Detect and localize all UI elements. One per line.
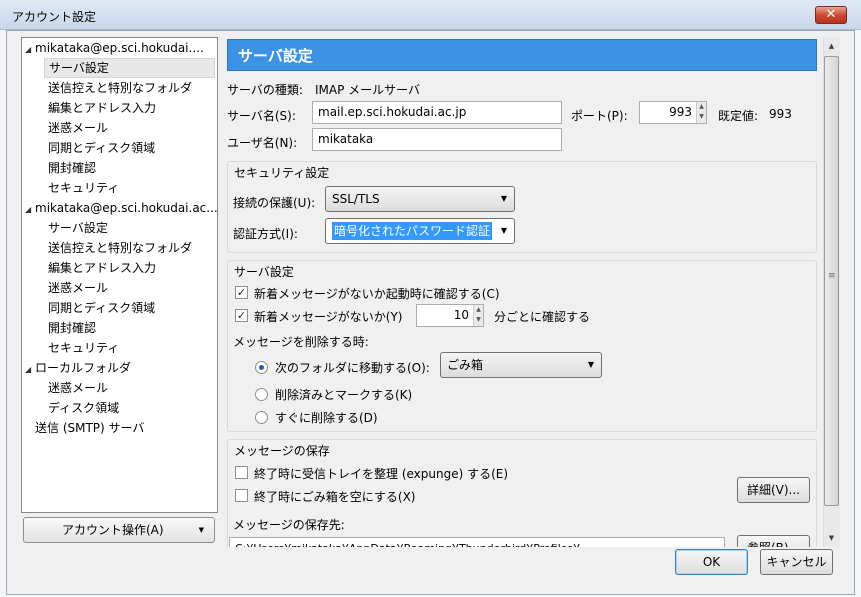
tree-item-smtp[interactable]: 送信 (SMTP) サーバ — [35, 418, 144, 438]
empty-trash-checkbox[interactable] — [235, 489, 248, 502]
delete-now-label[interactable]: すぐに削除する(D) — [275, 409, 378, 426]
scroll-up-icon[interactable]: ▲ — [824, 38, 839, 54]
spin-up-icon: ▲ — [476, 306, 481, 313]
auth-method-label: 認証方式(I): — [233, 227, 298, 241]
tree-item-disk-local[interactable]: ディスク領域 — [48, 398, 119, 418]
connection-security-select[interactable]: SSL/TLS ▼ — [325, 186, 515, 212]
tree-item-junk-local[interactable]: 迷惑メール — [48, 378, 108, 398]
scroll-down-icon[interactable]: ▼ — [824, 530, 839, 546]
auth-method-select[interactable]: 暗号化されたパスワード認証 ▼ — [325, 218, 515, 244]
grip-icon: ≡ — [828, 271, 836, 281]
move-to-folder-radio[interactable] — [255, 361, 268, 374]
spin-up-icon: ▲ — [699, 103, 704, 110]
spin-down-icon: ▼ — [476, 316, 481, 323]
check-interval-checkbox[interactable]: ✓ — [235, 309, 248, 322]
port-input[interactable]: 993 ▲ ▼ — [639, 101, 707, 124]
security-group: セキュリティ設定 — [227, 161, 817, 253]
tree-item-composition-2[interactable]: 編集とアドレス入力 — [48, 258, 156, 278]
window-title: アカウント設定 — [12, 10, 97, 24]
tree-item-sync-1[interactable]: 同期とディスク領域 — [48, 138, 155, 158]
tree-account-local[interactable]: ◢ ローカルフォルダ — [25, 358, 131, 378]
mark-deleted-radio[interactable] — [255, 388, 268, 401]
collapse-triangle-icon[interactable]: ◢ — [25, 360, 35, 380]
close-button[interactable]: ✕ — [815, 6, 847, 24]
tree-item-junk-1[interactable]: 迷惑メール — [48, 118, 108, 138]
server-name-label: サーバ名(S): — [227, 109, 296, 123]
username-input[interactable]: mikataka — [312, 128, 562, 151]
server-name-input[interactable]: mail.ep.sci.hokudai.ac.jp — [312, 101, 562, 124]
check-on-startup-checkbox[interactable]: ✓ — [235, 286, 248, 299]
account-actions-button[interactable]: アカウント操作(A) ▼ — [23, 517, 215, 543]
scrollbar-thumb[interactable]: ≡ — [824, 56, 839, 506]
check-minutes-input[interactable]: 10 ▲ ▼ — [416, 304, 484, 327]
default-label: 既定値: — [718, 109, 759, 123]
title-bar: アカウント設定 ✕ — [0, 0, 861, 30]
security-group-title: セキュリティ設定 — [234, 166, 330, 180]
dropdown-arrow-icon: ▼ — [500, 194, 507, 203]
tree-item-security-2[interactable]: セキュリティ — [48, 338, 119, 358]
page-title: サーバ設定 — [227, 39, 817, 71]
move-to-folder-label[interactable]: 次のフォルダに移動する(O): — [275, 359, 430, 376]
tree-account-2[interactable]: ◢ mikataka@ep.sci.hokudai.ac... — [25, 198, 218, 218]
ok-button[interactable]: OK — [675, 549, 748, 575]
store-path-label: メッセージの保存先: — [233, 518, 345, 532]
tree-item-receipts-2[interactable]: 開封確認 — [48, 318, 96, 338]
tree-item-junk-2[interactable]: 迷惑メール — [48, 278, 108, 298]
connection-security-label: 接続の保護(U): — [233, 196, 316, 210]
close-icon: ✕ — [825, 7, 837, 22]
on-delete-label: メッセージを削除する時: — [233, 335, 369, 349]
tree-item-server-settings-2[interactable]: サーバ設定 — [48, 218, 108, 238]
tree-item-copies-folders-2[interactable]: 送信控えと特別なフォルダ — [48, 238, 192, 258]
tree-item-composition-1[interactable]: 編集とアドレス入力 — [48, 98, 156, 118]
tree-item-sync-2[interactable]: 同期とディスク領域 — [48, 298, 155, 318]
server-type-value: IMAP メールサーバ — [315, 83, 421, 97]
tree-item-security-1[interactable]: セキュリティ — [48, 178, 119, 198]
spin-down-icon: ▼ — [699, 113, 704, 120]
tree-item-server-settings-1[interactable]: サーバ設定 — [44, 58, 215, 78]
store-path-input[interactable]: C:¥Users¥mikataka¥AppData¥Roaming¥Thunde… — [229, 537, 725, 547]
details-button[interactable]: 詳細(V)... — [737, 477, 810, 503]
empty-trash-label[interactable]: 終了時にごみ箱を空にする(X) — [254, 488, 415, 505]
server-settings-group-title: サーバ設定 — [234, 265, 294, 279]
check-interval-suffix: 分ごとに確認する — [494, 310, 591, 324]
dropdown-arrow-icon: ▼ — [500, 226, 507, 235]
server-type-label: サーバの種類: — [227, 83, 303, 97]
dropdown-arrow-icon: ▼ — [198, 526, 204, 534]
check-on-startup-label[interactable]: 新着メッセージがないか起動時に確認する(C) — [254, 285, 500, 302]
collapse-triangle-icon[interactable]: ◢ — [25, 40, 35, 60]
default-value: 993 — [769, 107, 792, 121]
expunge-label[interactable]: 終了時に受信トレイを整理 (expunge) する(E) — [254, 465, 508, 482]
trash-folder-select[interactable]: ごみ箱 ▼ — [440, 352, 602, 378]
expunge-checkbox[interactable] — [235, 466, 248, 479]
cancel-button[interactable]: キャンセル — [760, 549, 833, 575]
mark-deleted-label[interactable]: 削除済みとマークする(K) — [275, 386, 412, 403]
dropdown-arrow-icon: ▼ — [587, 360, 594, 369]
tree-account-1[interactable]: ◢ mikataka@ep.sci.hokudai.... — [25, 38, 204, 58]
check-interval-label[interactable]: 新着メッセージがないか(Y) — [254, 308, 402, 325]
port-spinner[interactable]: ▲ ▼ — [696, 102, 706, 123]
username-label: ユーザ名(N): — [227, 136, 298, 150]
minutes-spinner[interactable]: ▲ ▼ — [473, 305, 483, 326]
settings-panel: サーバ設定 サーバの種類: IMAP メールサーバ サーバ名(S): mail.… — [221, 37, 821, 547]
account-tree[interactable]: ◢ mikataka@ep.sci.hokudai.... サーバ設定 送信控えと… — [21, 37, 218, 513]
collapse-triangle-icon[interactable]: ◢ — [25, 200, 35, 220]
message-storage-group-title: メッセージの保存 — [234, 444, 330, 458]
tree-item-receipts-1[interactable]: 開封確認 — [48, 158, 96, 178]
delete-now-radio[interactable] — [255, 411, 268, 424]
tree-item-copies-folders-1[interactable]: 送信控えと特別なフォルダ — [48, 78, 192, 98]
browse-button[interactable]: 参照(B)... — [737, 535, 810, 547]
port-label: ポート(P): — [571, 109, 628, 123]
